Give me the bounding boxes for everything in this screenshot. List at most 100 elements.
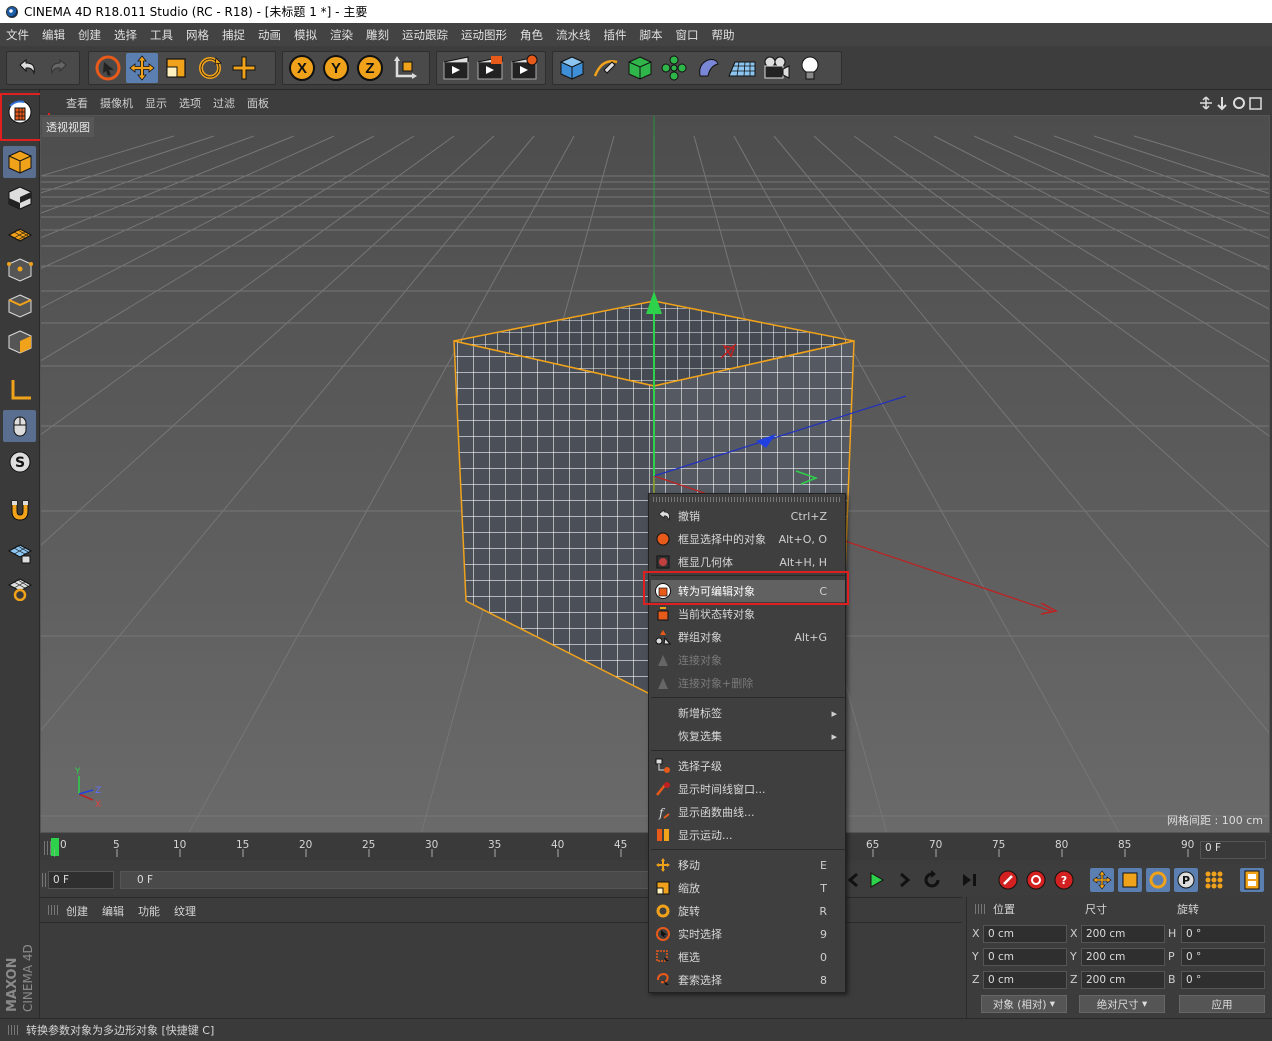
menu-item-connect-delete[interactable]: 连接对象+删除 [651,672,845,694]
viewport-menu-display[interactable]: 显示 [145,95,167,111]
move-tool-button[interactable] [126,53,158,83]
workplane-align-button[interactable] [3,572,36,604]
menu-item-live-selection[interactable]: 实时选择 9 [651,923,845,945]
menu-mograph[interactable]: 运动图形 [461,27,507,43]
pos-z-field[interactable]: 0 cm [983,971,1067,989]
subdivision-surface-button[interactable] [624,53,656,83]
rot-b-field[interactable]: 0 ° [1181,971,1265,989]
key-pla-button[interactable] [1202,868,1226,892]
menu-item-rectangle-selection[interactable]: 框选 0 [651,946,845,968]
z-axis-button[interactable]: Z [354,53,386,83]
menu-plugins[interactable]: 插件 [604,27,627,43]
viewport-menu-options[interactable]: 选项 [179,95,201,111]
workplane-lock-button[interactable] [3,536,36,568]
array-button[interactable] [658,53,690,83]
key-parameter-button[interactable]: P [1174,868,1198,892]
viewport-menu-cameras[interactable]: 摄像机 [100,95,133,111]
redo-button[interactable] [44,53,76,83]
material-menu-function[interactable]: 功能 [138,903,160,919]
render-picture-viewer-button[interactable] [474,53,506,83]
menu-item-new-tag[interactable]: 新增标签 ▸ [651,702,845,724]
cube-button[interactable] [556,53,588,83]
size-z-field[interactable]: 200 cm [1081,971,1165,989]
loop-button[interactable] [920,868,944,892]
menu-window[interactable]: 窗口 [676,27,699,43]
menu-item-move[interactable]: 移动 E [651,854,845,876]
autokey-button[interactable] [1024,868,1048,892]
menu-render[interactable]: 渲染 [330,27,353,43]
play-button[interactable] [864,868,888,892]
key-position-button[interactable] [1090,868,1114,892]
menu-script[interactable]: 脚本 [640,27,663,43]
menu-animate[interactable]: 动画 [258,27,281,43]
end-frame-field[interactable]: 0 F [1200,841,1266,859]
material-menu-texture[interactable]: 纹理 [174,903,196,919]
menu-mesh[interactable]: 网格 [186,27,209,43]
menu-item-current-state-to-object[interactable]: 当前状态转对象 [651,603,845,625]
texture-mode-button[interactable] [3,182,36,214]
menu-item-show-motion[interactable]: 显示运动... [651,824,845,846]
tweak-mode-button[interactable] [3,410,36,442]
render-view-button[interactable] [440,53,472,83]
rot-h-field[interactable]: 0 ° [1181,925,1265,943]
goto-end-button[interactable] [958,868,982,892]
recent-tool-button[interactable] [228,53,260,83]
solo-mode-button[interactable]: S [3,446,36,478]
deformer-button[interactable] [692,53,724,83]
model-mode-button[interactable] [3,146,36,178]
menu-motion-tracking[interactable]: 运动跟踪 [402,27,448,43]
menu-edit[interactable]: 编辑 [42,27,65,43]
record-keys-button[interactable] [996,868,1020,892]
menu-item-restore-selection[interactable]: 恢复选集 ▸ [651,725,845,747]
camera-button[interactable] [760,53,792,83]
menu-item-select-children[interactable]: 选择子级 [651,755,845,777]
apply-button[interactable]: 应用 [1179,995,1265,1013]
pen-spline-button[interactable] [590,53,622,83]
menu-file[interactable]: 文件 [6,27,29,43]
menu-sculpt[interactable]: 雕刻 [366,27,389,43]
menu-simulate[interactable]: 模拟 [294,27,317,43]
pos-x-field[interactable]: 0 cm [983,925,1067,943]
points-mode-button[interactable] [3,254,36,286]
scale-tool-button[interactable] [160,53,192,83]
size-mode-select[interactable]: 绝对尺寸 ▾ [1079,995,1165,1013]
menu-item-rotate[interactable]: 旋转 R [651,900,845,922]
polygons-mode-button[interactable] [3,326,36,358]
floor-button[interactable] [726,53,758,83]
menu-pipeline[interactable]: 流水线 [556,27,591,43]
menu-item-scale[interactable]: 缩放 T [651,877,845,899]
start-frame-field[interactable]: 0 F [48,871,114,889]
menu-item-frame-selected[interactable]: 框显选择中的对象 Alt+O, O [651,528,845,550]
menu-item-show-timeline[interactable]: 显示时间线窗口... [651,778,845,800]
snap-button[interactable] [3,494,36,526]
viewport-nav-icons[interactable] [1198,95,1268,111]
rot-p-field[interactable]: 0 ° [1181,948,1265,966]
menu-item-lasso-selection[interactable]: 套索选择 8 [651,969,845,991]
x-axis-button[interactable]: X [286,53,318,83]
next-key-button[interactable] [892,868,916,892]
material-menu-edit[interactable]: 编辑 [102,903,124,919]
rotate-tool-button[interactable] [194,53,226,83]
menu-item-frame-geometry[interactable]: 框显几何体 Alt+H, H [651,551,845,573]
coordinate-system-button[interactable] [388,53,420,83]
menu-character[interactable]: 角色 [520,27,543,43]
size-y-field[interactable]: 200 cm [1081,948,1165,966]
menu-help[interactable]: 帮助 [712,27,735,43]
frame-range-slider[interactable]: 0 F [120,871,650,889]
size-x-field[interactable]: 200 cm [1081,925,1165,943]
menu-select[interactable]: 选择 [114,27,137,43]
viewport-menu-filter[interactable]: 过滤 [213,95,235,111]
axis-mode-button[interactable] [3,374,36,406]
menu-item-show-fcurve[interactable]: f 显示函数曲线... [651,801,845,823]
undo-button[interactable] [10,53,42,83]
viewport-menu-view[interactable]: 查看 [66,95,88,111]
menu-tools[interactable]: 工具 [150,27,173,43]
light-button[interactable] [794,53,826,83]
menu-item-group-objects[interactable]: 群组对象 Alt+G [651,626,845,648]
keyframe-selection-button[interactable]: ? [1052,868,1076,892]
coordinate-mode-select[interactable]: 对象 (相对) ▾ [981,995,1067,1013]
key-rotation-button[interactable] [1146,868,1170,892]
live-select-button[interactable] [92,53,124,83]
key-scale-button[interactable] [1118,868,1142,892]
viewport-menu-panel[interactable]: 面板 [247,95,269,111]
